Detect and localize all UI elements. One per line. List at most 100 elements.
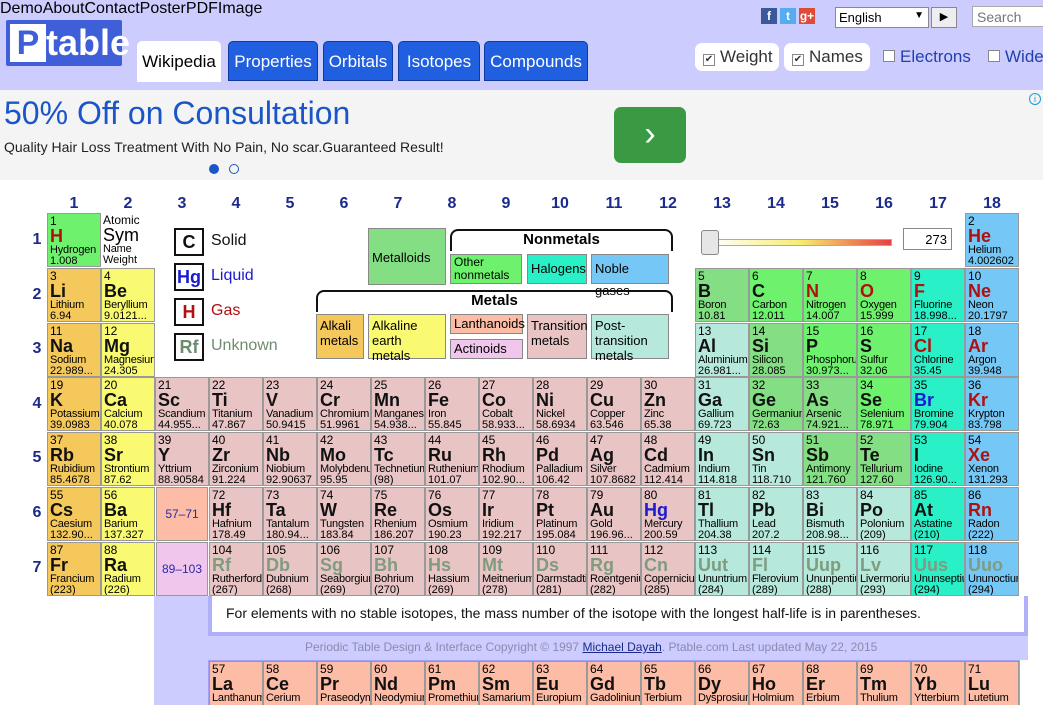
element-germanium[interactable]: 32 Ge Germanium 72.63 xyxy=(749,377,803,432)
element-iridium[interactable]: 77 Ir Iridium 192.217 xyxy=(479,487,533,541)
element-astatine[interactable]: 85 At Astatine (210) xyxy=(911,487,965,541)
ad-info-icon[interactable]: i xyxy=(1029,93,1041,105)
tab-properties[interactable]: Properties xyxy=(228,41,318,81)
option-names[interactable]: ✔ Names xyxy=(784,43,870,71)
element-livermorium[interactable]: 116LvLivermorium(293) xyxy=(857,541,911,596)
element-erbium[interactable]: 68 Er Erbium xyxy=(803,661,857,705)
element-caesium[interactable]: 55 Cs Caesium 132.90... xyxy=(47,487,101,541)
ad-title[interactable]: 50% Off on Consultation xyxy=(4,95,350,132)
element-sulfur[interactable]: 16 S Sulfur 32.06 xyxy=(857,322,911,377)
element-rubidium[interactable]: 37 Rb Rubidium 85.4678 xyxy=(47,432,101,487)
element-roentgenium[interactable]: 111RgRoentgenium(282) xyxy=(587,541,641,596)
element-aluminium[interactable]: 13 Al Aluminium 26.981... xyxy=(695,322,749,377)
element-hafnium[interactable]: 72 Hf Hafnium 178.49 xyxy=(209,487,263,541)
element-zinc[interactable]: 30 Zn Zinc 65.38 xyxy=(641,377,695,432)
element-gallium[interactable]: 31 Ga Gallium 69.723 xyxy=(695,377,749,432)
element-indium[interactable]: 49 In Indium 114.818 xyxy=(695,432,749,487)
element-darmstadtium[interactable]: 110DsDarmstadtium(281) xyxy=(533,541,587,596)
element-scandium[interactable]: 21 Sc Scandium 44.955... xyxy=(155,377,209,432)
element-hassium[interactable]: 108 Hs Hassium (269) xyxy=(425,541,479,596)
element-oxygen[interactable]: 8 O Oxygen 15.999 xyxy=(857,267,911,322)
legend-alkaline-earth-metals[interactable]: Alkaline earth metals xyxy=(368,314,446,363)
facebook-icon[interactable]: f xyxy=(761,8,777,24)
element-zirconium[interactable]: 40 Zr Zirconium 91.224 xyxy=(209,432,263,487)
legend-lanthanoids[interactable]: Lanthanoids xyxy=(450,314,525,334)
element-palladium[interactable]: 46 Pd Palladium 106.42 xyxy=(533,432,587,487)
option-electrons[interactable]: Electrons xyxy=(875,43,975,71)
element-tungsten[interactable]: 74 W Tungsten 183.84 xyxy=(317,487,371,541)
option-weight[interactable]: ✔ Weight xyxy=(695,43,779,71)
element-niobium[interactable]: 41 Nb Niobium 92.90637 xyxy=(263,432,317,487)
element-potassium[interactable]: 19 K Potassium 39.0983 xyxy=(47,377,101,432)
element-phosphorus[interactable]: 15PPhosphorus30.973... xyxy=(803,322,857,377)
carousel-dot-active[interactable] xyxy=(209,164,219,174)
element-radon[interactable]: 86 Rn Radon (222) xyxy=(965,487,1019,541)
element-helium[interactable]: 2 He Helium 4.002602 xyxy=(965,213,1019,267)
element-meitnerium[interactable]: 109 Mt Meitnerium (278) xyxy=(479,541,533,596)
legend-other-nonmetals[interactable]: Other nonmetals xyxy=(450,254,522,284)
checkbox-icon[interactable]: ✔ xyxy=(703,54,715,66)
element-rhodium[interactable]: 45 Rh Rhodium 102.90... xyxy=(479,432,533,487)
element-magnesium[interactable]: 12 Mg Magnesium 24.305 xyxy=(101,322,155,377)
language-select[interactable]: English ▼ xyxy=(835,7,929,28)
twitter-icon[interactable]: t xyxy=(780,8,796,24)
element-bismuth[interactable]: 83 Bi Bismuth 208.98... xyxy=(803,487,857,541)
element-mercury[interactable]: 80 Hg Mercury 200.59 xyxy=(641,487,695,541)
element-nitrogen[interactable]: 7 N Nitrogen 14.007 xyxy=(803,267,857,322)
element-ruthenium[interactable]: 44 Ru Ruthenium 101.07 xyxy=(425,432,479,487)
element-copper[interactable]: 29 Cu Copper 63.546 xyxy=(587,377,641,432)
element-copernicium[interactable]: 112CnCopernicium(285) xyxy=(641,541,695,596)
option-wide[interactable]: Wide xyxy=(980,43,1043,71)
element-terbium[interactable]: 65 Tb Terbium xyxy=(641,661,695,705)
element-dysprosium[interactable]: 66 Dy Dysprosium xyxy=(695,661,749,705)
legend-noble-gases[interactable]: Noble gases xyxy=(591,254,669,298)
actinoid-range[interactable]: 89–103 xyxy=(156,542,208,596)
legend-metalloids[interactable]: Metalloids xyxy=(368,228,446,285)
element-ununoctium[interactable]: 118UuoUnunoctium(294) xyxy=(965,541,1019,596)
element-chlorine[interactable]: 17 Cl Chlorine 35.45 xyxy=(911,322,965,377)
lanthanoid-range[interactable]: 57–71 xyxy=(156,487,208,541)
element-carbon[interactable]: 6 C Carbon 12.011 xyxy=(749,267,803,322)
tab-orbitals[interactable]: Orbitals xyxy=(323,41,393,81)
ad-banner[interactable]: 50% Off on Consultation Quality Hair Los… xyxy=(0,90,1043,180)
element-boron[interactable]: 5 B Boron 10.81 xyxy=(695,267,749,322)
element-nickel[interactable]: 28 Ni Nickel 58.6934 xyxy=(533,377,587,432)
element-bohrium[interactable]: 107 Bh Bohrium (270) xyxy=(371,541,425,596)
element-neodymium[interactable]: 60NdNeodymium xyxy=(371,661,425,705)
search-input[interactable] xyxy=(972,6,1043,27)
element-samarium[interactable]: 62 Sm Samarium xyxy=(479,661,533,705)
element-manganese[interactable]: 25 Mn Manganese 54.938... xyxy=(371,377,425,432)
element-yttrium[interactable]: 39 Y Yttrium 88.90584 xyxy=(155,432,209,487)
element-lead[interactable]: 82 Pb Lead 207.2 xyxy=(749,487,803,541)
element-holmium[interactable]: 67 Ho Holmium xyxy=(749,661,803,705)
element-iron[interactable]: 26 Fe Iron 55.845 xyxy=(425,377,479,432)
element-thulium[interactable]: 69 Tm Thulium xyxy=(857,661,911,705)
checkbox-icon[interactable] xyxy=(988,50,1000,62)
element-cobalt[interactable]: 27 Co Cobalt 58.933... xyxy=(479,377,533,432)
element-tin[interactable]: 50 Sn Tin 118.710 xyxy=(749,432,803,487)
element-cerium[interactable]: 58 Ce Cerium xyxy=(263,661,317,705)
legend-alkali-metals[interactable]: Alkali metals xyxy=(316,314,364,359)
element-lanthanum[interactable]: 57 La Lanthanum xyxy=(209,661,263,705)
element-dubnium[interactable]: 105 Db Dubnium (268) xyxy=(263,541,317,596)
element-chromium[interactable]: 24 Cr Chromium 51.9961 xyxy=(317,377,371,432)
author-link[interactable]: Michael Dayah xyxy=(582,640,661,654)
checkbox-icon[interactable]: ✔ xyxy=(792,54,804,66)
tab-isotopes[interactable]: Isotopes xyxy=(398,41,480,81)
element-bromine[interactable]: 35 Br Bromine 79.904 xyxy=(911,377,965,432)
element-strontium[interactable]: 38 Sr Strontium 87.62 xyxy=(101,432,155,487)
element-osmium[interactable]: 76 Os Osmium 190.23 xyxy=(425,487,479,541)
element-ununseptium[interactable]: 117UusUnunseptium(294) xyxy=(911,541,965,596)
element-praseodymium[interactable]: 59PrPraseodymium xyxy=(317,661,371,705)
element-platinum[interactable]: 78 Pt Platinum 195.084 xyxy=(533,487,587,541)
google-plus-icon[interactable]: g+ xyxy=(799,8,815,24)
element-molybdenum[interactable]: 42MoMolybdenum95.95 xyxy=(317,432,371,487)
element-beryllium[interactable]: 4 Be Beryllium 9.0121... xyxy=(101,267,155,322)
temperature-slider-track[interactable] xyxy=(710,239,892,246)
ad-arrow-button[interactable]: › xyxy=(614,107,686,163)
element-krypton[interactable]: 36 Kr Krypton 83.798 xyxy=(965,377,1019,432)
element-silver[interactable]: 47 Ag Silver 107.8682 xyxy=(587,432,641,487)
element-vanadium[interactable]: 23 V Vanadium 50.9415 xyxy=(263,377,317,432)
carousel-dot[interactable] xyxy=(229,164,239,174)
tab-compounds[interactable]: Compounds xyxy=(484,41,588,81)
